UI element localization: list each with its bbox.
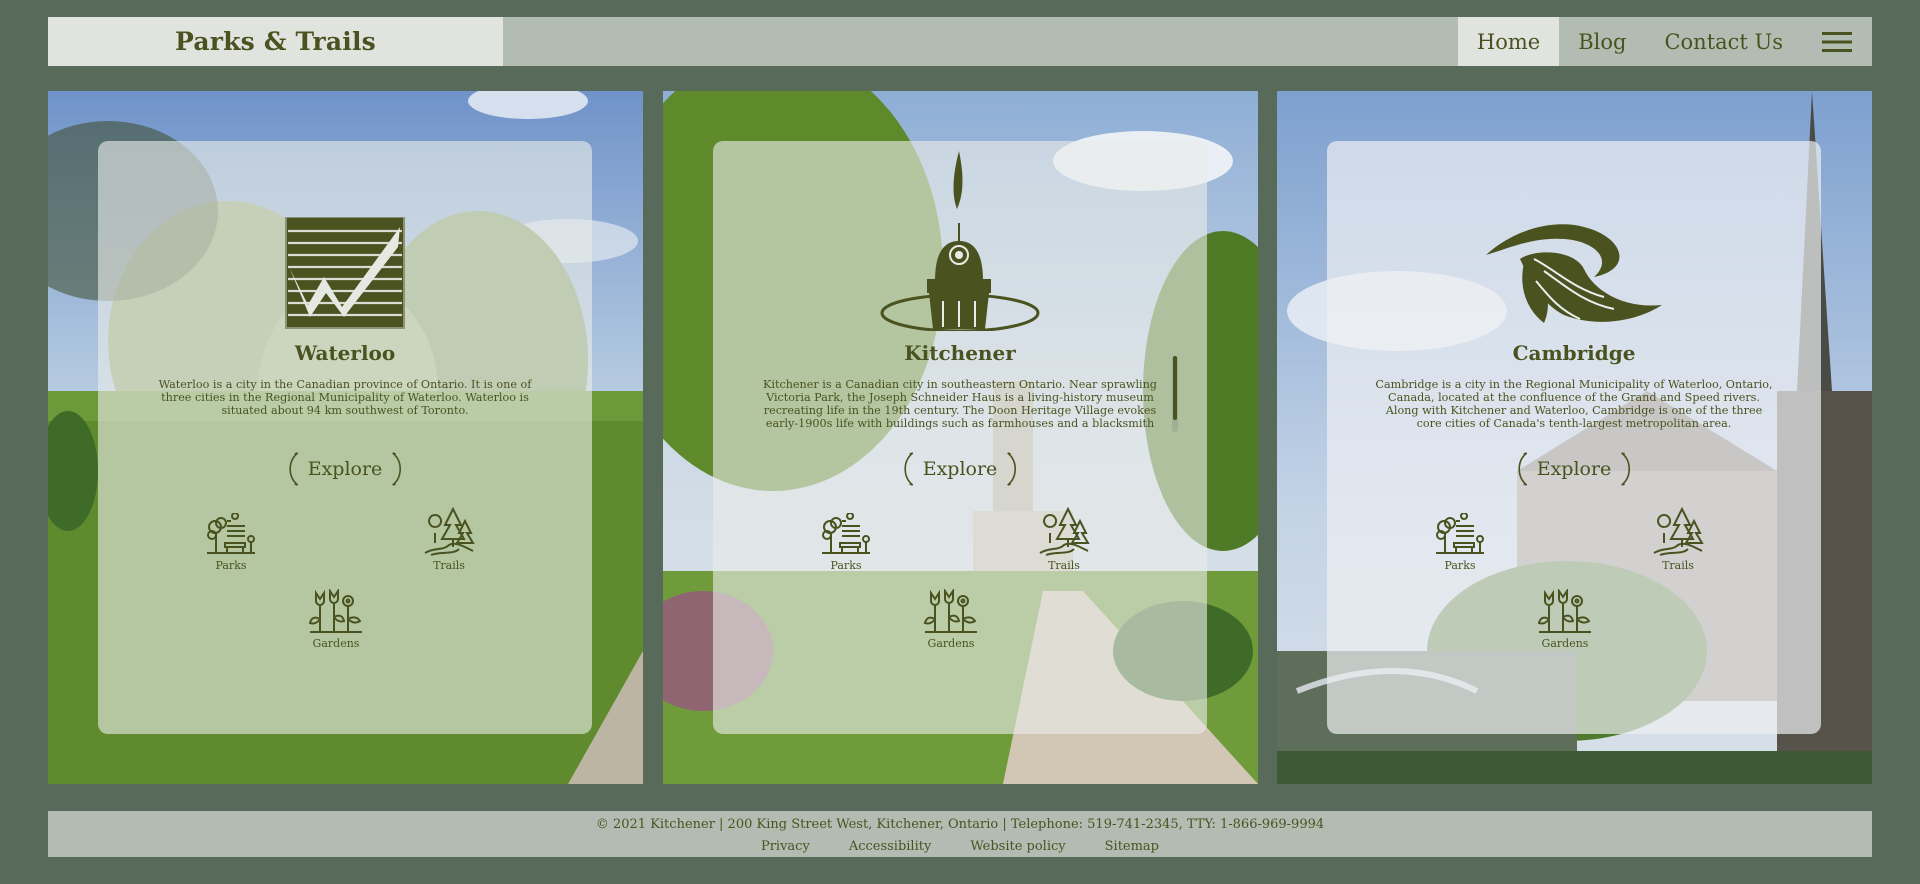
feature-gardens[interactable]: Gardens [906, 589, 996, 650]
nav-blog[interactable]: Blog [1559, 17, 1645, 66]
footer-links: Privacy Accessibility Website policy Sit… [48, 839, 1872, 854]
explore-label: Explore [1536, 458, 1612, 480]
bracket-left-icon [286, 451, 300, 487]
feature-trails[interactable]: Trails [404, 507, 494, 572]
feature-label: Parks [1444, 559, 1476, 572]
feature-label: Gardens [927, 637, 975, 650]
city-title: Cambridge [1512, 341, 1636, 365]
nav-contact-us[interactable]: Contact Us [1645, 17, 1802, 66]
bracket-right-icon [1005, 451, 1019, 487]
garden-flowers-icon [923, 589, 979, 635]
city-card-cambridge: Cambridge Cambridge is a city in the Reg… [1277, 91, 1872, 784]
main-nav: Home Blog Contact Us [1457, 17, 1872, 66]
city-info-panel: Cambridge Cambridge is a city in the Reg… [1327, 141, 1821, 734]
scrollbar-thumb[interactable] [1173, 356, 1177, 420]
footer-link-website-policy[interactable]: Website policy [970, 839, 1065, 854]
feature-parks[interactable]: Parks [1415, 513, 1505, 572]
explore-button[interactable]: Explore [901, 451, 1020, 487]
feature-label: Trails [1048, 559, 1080, 572]
feature-gardens[interactable]: Gardens [291, 589, 381, 650]
footer-link-sitemap[interactable]: Sitemap [1105, 839, 1159, 854]
feature-label: Parks [215, 559, 247, 572]
city-title: Kitchener [904, 341, 1016, 365]
city-info-panel: Waterloo Waterloo is a city in the Canad… [98, 141, 592, 734]
footer-link-accessibility[interactable]: Accessibility [849, 839, 932, 854]
trail-trees-icon [423, 507, 475, 557]
city-title: Waterloo [294, 341, 396, 365]
explore-button[interactable]: Explore [1515, 451, 1634, 487]
city-description: Waterloo is a city in the Canadian provi… [158, 378, 532, 417]
feature-label: Trails [1662, 559, 1694, 572]
kitchener-logo-icon [875, 151, 1045, 333]
feature-gardens[interactable]: Gardens [1520, 589, 1610, 650]
explore-label: Explore [307, 458, 383, 480]
trail-trees-icon [1652, 507, 1704, 557]
feature-parks[interactable]: Parks [186, 513, 276, 572]
bracket-left-icon [1515, 451, 1529, 487]
feature-parks[interactable]: Parks [801, 513, 891, 572]
top-header: Parks & Trails Home Blog Contact Us [48, 17, 1872, 66]
hamburger-menu-icon[interactable] [1802, 17, 1872, 66]
park-bench-tree-icon [1434, 513, 1486, 557]
description-scrollbar[interactable] [1172, 356, 1178, 432]
trail-trees-icon [1038, 507, 1090, 557]
explore-button[interactable]: Explore [286, 451, 405, 487]
city-card-kitchener: Kitchener Kitchener is a Canadian city i… [663, 91, 1258, 784]
feature-label: Gardens [1541, 637, 1589, 650]
park-bench-tree-icon [205, 513, 257, 557]
site-brand[interactable]: Parks & Trails [48, 17, 503, 66]
footer-copyright: © 2021 Kitchener | 200 King Street West,… [595, 817, 1325, 832]
city-card-waterloo: Waterloo Waterloo is a city in the Canad… [48, 91, 643, 784]
feature-label: Gardens [312, 637, 360, 650]
feature-label: Trails [433, 559, 465, 572]
waterloo-logo-icon [280, 216, 410, 329]
explore-label: Explore [922, 458, 998, 480]
city-info-panel: Kitchener Kitchener is a Canadian city i… [713, 141, 1207, 734]
park-bench-tree-icon [820, 513, 872, 557]
feature-trails[interactable]: Trails [1633, 507, 1723, 572]
bracket-left-icon [901, 451, 915, 487]
cambridge-logo-icon [1484, 219, 1664, 329]
footer-link-privacy[interactable]: Privacy [761, 839, 810, 854]
city-description: Cambridge is a city in the Regional Muni… [1375, 378, 1773, 430]
garden-flowers-icon [308, 589, 364, 635]
city-description: Kitchener is a Canadian city in southeas… [763, 378, 1157, 430]
garden-flowers-icon [1537, 589, 1593, 635]
nav-home[interactable]: Home [1457, 17, 1560, 66]
feature-label: Parks [830, 559, 862, 572]
site-footer: © 2021 Kitchener | 200 King Street West,… [48, 811, 1872, 857]
feature-trails[interactable]: Trails [1019, 507, 1109, 572]
bracket-right-icon [1619, 451, 1633, 487]
bracket-right-icon [390, 451, 404, 487]
